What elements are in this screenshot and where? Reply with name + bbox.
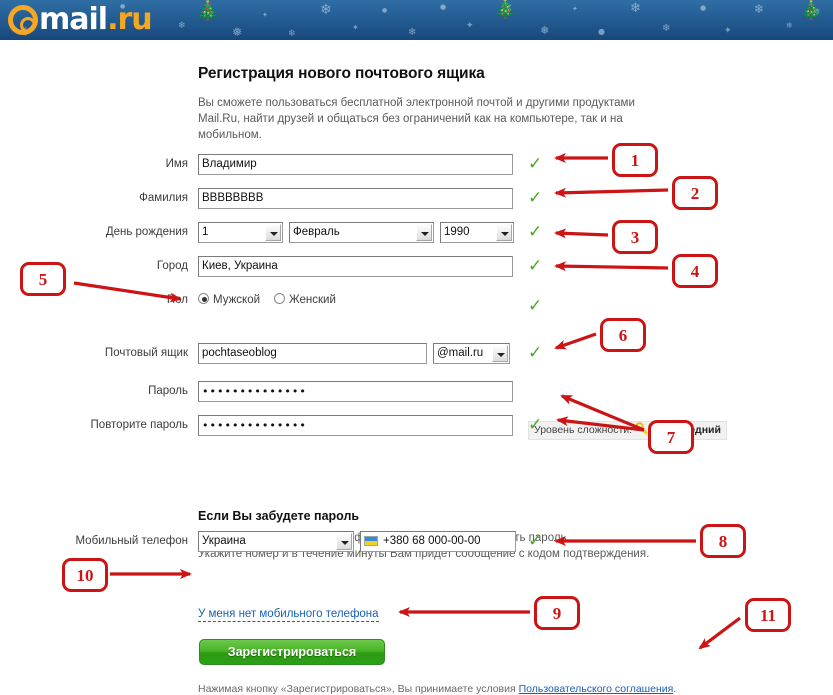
recovery-heading: Если Вы забудете пароль [198,509,360,523]
chevron-down-icon[interactable] [265,224,281,241]
city-label: Город [156,260,188,272]
field-row-mobile-phone: Мобильный телефон Украина +380 68 000-00… [0,531,833,555]
password-repeat-label: Повторите пароль [90,419,188,431]
mailbox-valid-check-icon: ✓ [528,343,543,363]
password-repeat-valid-check-icon: ✓ [528,415,543,435]
first-name-label: Имя [165,158,188,170]
phone-valid-check-icon: ✓ [528,531,543,551]
last-name-input[interactable]: ВВВВВВВВ [198,188,513,209]
mailbox-label: Почтовый ящик [104,347,188,359]
site-header: ❄ ❄ ❅ ✦ ❄ ❄ ✦ ● ❄ ● ✦ ❄ ❅ ✦ ● ❄ ❄ ● ✦ ❄ … [0,0,833,40]
phone-number-input[interactable]: +380 68 000-00-00 [360,531,516,552]
birthday-month-select[interactable]: Февраль [289,222,434,243]
gender-label: Пол [166,294,188,306]
field-row-password-repeat: Повторите пароль •••••••••••••• ✓ [0,415,833,439]
field-row-birthday: День рождения 1 Февраль 1990 ✓ [0,222,833,246]
gender-valid-check-icon: ✓ [528,296,543,316]
logo-text-dot: . [107,2,118,37]
mailbox-domain-value: @mail.ru [437,347,484,359]
last-name-valid-check-icon: ✓ [528,188,543,208]
password-label: Пароль [148,385,188,397]
city-input[interactable]: Киев, Украина [198,256,513,277]
birthday-year-value: 1990 [444,226,470,238]
phone-country-value: Украина [202,535,246,547]
birthday-valid-check-icon: ✓ [528,222,543,242]
terms-note-suffix: . [673,683,677,695]
phone-number-value: +380 68 000-00-00 [383,535,481,547]
gender-radio-female[interactable]: Женский [274,293,350,306]
chevron-down-icon[interactable] [416,224,432,241]
intro-line-2: найти друзей и общаться без ограничений … [198,113,623,141]
field-row-mailbox: Почтовый ящик pochtaseoblog @mail.ru ✓ [0,343,833,367]
password-repeat-input[interactable]: •••••••••••••• [198,415,513,436]
registration-page: Регистрация нового почтового ящика Вы см… [0,40,833,695]
terms-note: Нажимая кнопку «Зарегистрироваться», Вы … [198,683,676,695]
page-intro: Вы сможете пользоваться бесплатной элект… [198,95,658,143]
birthday-year-select[interactable]: 1990 [440,222,514,243]
city-valid-check-icon: ✓ [528,256,543,276]
field-row-gender: Пол Мужской Женский ✓ [0,290,833,316]
logo-text-ru: ru [117,2,152,37]
mailbox-domain-select[interactable]: @mail.ru [433,343,510,364]
first-name-input[interactable]: Владимир [198,154,513,175]
page-title: Регистрация нового почтового ящика [198,65,485,82]
birthday-day-value: 1 [202,226,209,238]
gender-male-label: Мужской [213,294,261,306]
chevron-down-icon[interactable] [496,224,512,241]
terms-note-prefix: Нажимая кнопку «Зарегистрироваться», Вы … [198,683,519,695]
mailbox-input[interactable]: pochtaseoblog [198,343,427,364]
at-sign-icon [8,5,38,35]
last-name-label: Фамилия [139,192,188,204]
field-row-first-name: Имя Владимир ✓ [0,154,833,178]
logo-text-mail: mail [39,2,108,37]
user-agreement-link[interactable]: Пользовательского соглашения [519,683,674,695]
birthday-month-value: Февраль [293,226,340,238]
birthday-label: День рождения [105,226,188,238]
radio-unselected-icon[interactable] [274,293,286,304]
field-row-city: Город Киев, Украина ✓ [0,256,833,280]
chevron-down-icon[interactable] [336,533,352,550]
mobile-phone-label: Мобильный телефон [75,535,188,547]
birthday-day-select[interactable]: 1 [198,222,283,243]
radio-selected-icon[interactable] [198,293,209,304]
field-row-last-name: Фамилия ВВВВВВВВ ✓ [0,188,833,212]
phone-country-select[interactable]: Украина [198,531,354,552]
password-input[interactable]: •••••••••••••• [198,381,513,402]
no-mobile-phone-link[interactable]: У меня нет мобильного телефона [198,607,379,622]
field-row-password: Пароль •••••••••••••• [0,381,833,405]
mailru-logo[interactable]: mail.ru [8,2,153,37]
register-button[interactable]: Зарегистрироваться [199,639,385,665]
chevron-down-icon[interactable] [492,345,508,362]
gender-female-label: Женский [289,294,336,306]
gender-radio-group: Мужской Женский [198,290,350,311]
first-name-valid-check-icon: ✓ [528,154,543,174]
ukraine-flag-icon [364,536,378,546]
gender-radio-male[interactable]: Мужской [198,293,274,306]
